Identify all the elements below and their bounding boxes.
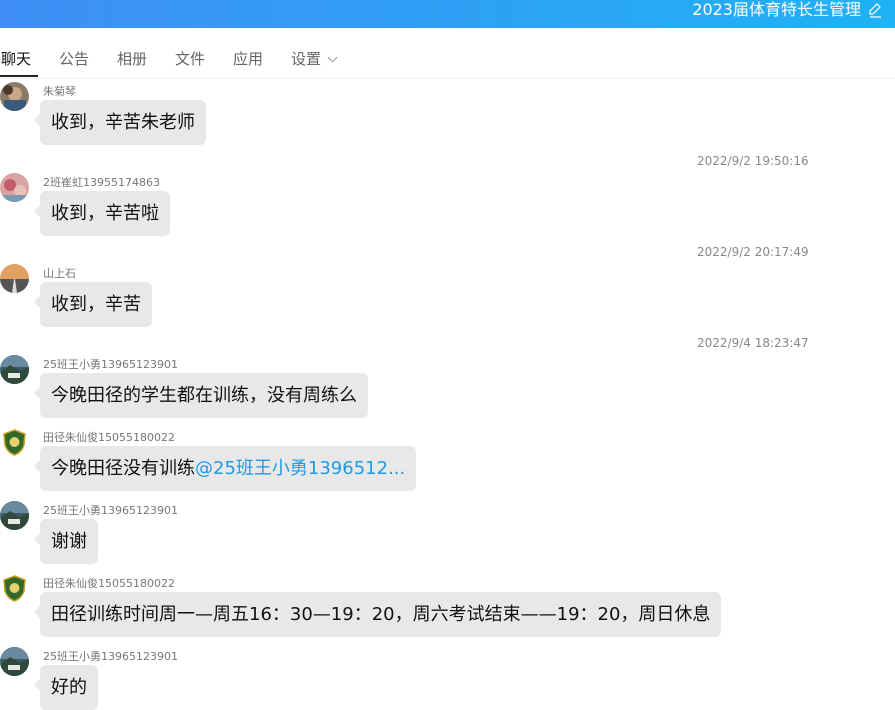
message-text: 好的 <box>51 677 87 698</box>
sender-name[interactable]: 25班王小勇13965123901 <box>43 502 178 518</box>
tab-chat[interactable]: 聊天 <box>1 48 31 69</box>
sender-name[interactable]: 25班王小勇13965123901 <box>43 648 178 664</box>
sender-name[interactable]: 田径朱仙俊15055180022 <box>43 575 175 591</box>
avatar[interactable] <box>0 501 29 530</box>
avatar[interactable] <box>0 82 29 111</box>
message-bubble[interactable]: 收到，辛苦啦 <box>34 191 170 236</box>
message-bubble[interactable]: 谢谢 <box>34 519 98 564</box>
avatar[interactable] <box>0 647 29 676</box>
chevron-down-icon <box>327 52 338 63</box>
group-title[interactable]: 2023届体育特长生管理 <box>692 0 861 24</box>
message-bubble[interactable]: 今晚田径的学生都在训练，没有周练么 <box>34 373 368 418</box>
message-text: 收到，辛苦 <box>51 294 141 315</box>
sender-name[interactable]: 朱菊琴 <box>43 83 76 99</box>
message-text: 田径训练时间周一—周五16：30—19：20，周六考试结束——19：20，周日休… <box>51 604 711 625</box>
avatar[interactable] <box>0 428 29 457</box>
message-text: 今晚田径没有训练 <box>51 458 195 479</box>
sender-name[interactable]: 田径朱仙俊15055180022 <box>43 429 175 445</box>
message-timestamp: 2022/9/2 20:17:49 <box>697 245 809 259</box>
avatar[interactable] <box>0 574 29 603</box>
message-bubble[interactable]: 今晚田径没有训练@25班王小勇1396512... <box>33 446 417 491</box>
message-timestamp: 2022/9/2 19:50:16 <box>697 154 809 168</box>
title-bar: 2023届体育特长生管理 <box>0 0 895 28</box>
sender-name[interactable]: 2班崔虹13955174863 <box>43 174 160 190</box>
tab-apps[interactable]: 应用 <box>233 48 263 69</box>
tab-files[interactable]: 文件 <box>175 48 205 69</box>
tab-announcement[interactable]: 公告 <box>59 48 89 69</box>
sender-name[interactable]: 山上石 <box>43 265 76 281</box>
tab-settings-label: 设置 <box>291 50 322 68</box>
message-timestamp: 2022/9/4 18:23:47 <box>697 336 809 350</box>
message-text: 收到，辛苦啦 <box>51 203 159 224</box>
sender-name[interactable]: 25班王小勇13965123901 <box>43 356 178 372</box>
avatar[interactable] <box>0 173 29 202</box>
active-tab-indicator <box>0 75 38 77</box>
message-text: 收到，辛苦朱老师 <box>51 112 195 133</box>
mention-link[interactable]: @25班王小勇1396512... <box>195 458 405 479</box>
message-bubble[interactable]: 收到，辛苦 <box>34 282 152 327</box>
tab-settings[interactable]: 设置 <box>291 48 338 69</box>
tab-album[interactable]: 相册 <box>117 48 147 69</box>
message-text: 今晚田径的学生都在训练，没有周练么 <box>51 385 357 406</box>
avatar[interactable] <box>0 355 29 384</box>
message-bubble[interactable]: 好的 <box>34 665 98 710</box>
tab-bar: 聊天 公告 相册 文件 应用 设置 <box>0 28 895 79</box>
message-bubble[interactable]: 收到，辛苦朱老师 <box>34 100 206 145</box>
message-text: 谢谢 <box>51 531 87 552</box>
message-bubble[interactable]: 田径训练时间周一—周五16：30—19：20，周六考试结束——19：20，周日休… <box>33 592 722 637</box>
avatar[interactable] <box>0 264 29 293</box>
edit-icon[interactable] <box>867 1 883 19</box>
